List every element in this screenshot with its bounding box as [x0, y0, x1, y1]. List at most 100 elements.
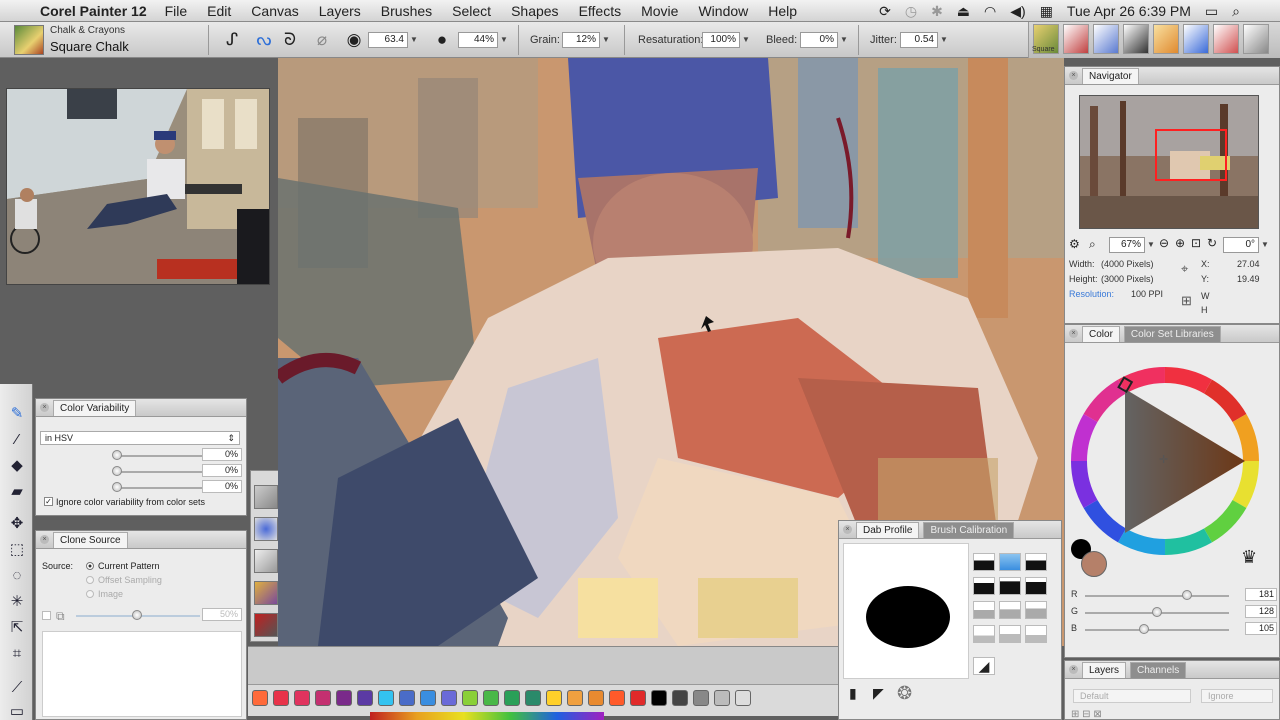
paper-selector-icon[interactable]: [254, 485, 278, 509]
close-icon[interactable]: ×: [843, 525, 852, 534]
color-swatch[interactable]: [420, 690, 436, 706]
dab-profile-flat-icon[interactable]: [973, 625, 995, 643]
slider-knob[interactable]: [132, 610, 142, 620]
brush-variant-label[interactable]: Square Chalk: [50, 39, 129, 54]
main-color-swatch[interactable]: [1081, 551, 1107, 577]
resaturation-input[interactable]: 100%: [702, 32, 740, 48]
display-icon[interactable]: ▭: [1205, 3, 1218, 20]
hue-variability-slider[interactable]: [112, 450, 202, 460]
dab-bristle-icon[interactable]: ▮: [849, 685, 857, 702]
color-swatch[interactable]: [609, 690, 625, 706]
tab-brush-calibration[interactable]: Brush Calibration: [923, 521, 1015, 538]
menu-effects[interactable]: Effects: [579, 3, 622, 19]
close-icon[interactable]: ×: [1069, 665, 1078, 674]
close-icon[interactable]: ×: [40, 535, 49, 544]
green-value[interactable]: 128: [1245, 605, 1277, 618]
layer-adjuster-tool-icon[interactable]: ✥: [5, 512, 29, 536]
zoom-out-icon[interactable]: ⊖: [1159, 236, 1169, 250]
jitter-dropdown-icon[interactable]: ▼: [938, 32, 950, 48]
color-swatch[interactable]: [315, 690, 331, 706]
sync-icon[interactable]: ⟳: [879, 3, 891, 20]
tab-color[interactable]: Color: [1082, 325, 1120, 342]
tab-clone-source[interactable]: Clone Source: [53, 531, 128, 548]
tab-color-set-libraries[interactable]: Color Set Libraries: [1123, 325, 1221, 342]
zoom-to-fit-icon[interactable]: ⊡: [1191, 236, 1201, 250]
color-swatch[interactable]: [273, 690, 289, 706]
tab-color-variability[interactable]: Color Variability: [53, 399, 137, 416]
slider-knob[interactable]: [1152, 607, 1162, 617]
offset-sampling-radio[interactable]: [86, 576, 94, 584]
color-swatch[interactable]: [357, 690, 373, 706]
recent-brush-pencil-icon[interactable]: [1093, 24, 1119, 54]
color-swatch[interactable]: [588, 690, 604, 706]
stroke-freehand-icon[interactable]: ᔑ: [220, 28, 244, 52]
spotlight-icon[interactable]: ⌕: [1232, 3, 1240, 20]
dab-profile-wide-icon[interactable]: [999, 625, 1021, 643]
rotation-dropdown-icon[interactable]: ▼: [1259, 237, 1271, 253]
tab-layers[interactable]: Layers: [1082, 661, 1127, 678]
color-swatch[interactable]: [546, 690, 562, 706]
rectangle-shape-tool-icon[interactable]: ▭: [5, 700, 29, 720]
bleed-dropdown-icon[interactable]: ▼: [838, 32, 850, 48]
clone-source-list[interactable]: [42, 631, 242, 717]
dab-profile-soft-icon[interactable]: [973, 601, 995, 619]
reference-image-window[interactable]: [6, 88, 270, 285]
slider-knob[interactable]: [1139, 624, 1150, 634]
recent-brush-marker-icon[interactable]: [1213, 24, 1239, 54]
close-icon[interactable]: ×: [40, 403, 49, 412]
size-dropdown-icon[interactable]: ▼: [408, 32, 420, 48]
color-swatch[interactable]: [735, 690, 751, 706]
color-swatch[interactable]: [252, 690, 268, 706]
stroke-straight-icon[interactable]: ᘐ: [278, 28, 302, 52]
recent-brush-oil-icon[interactable]: [1153, 24, 1179, 54]
dab-profile-triangle-icon[interactable]: ◢: [973, 657, 995, 675]
dab-profile-linear-icon[interactable]: [1025, 553, 1047, 571]
color-swatch[interactable]: [294, 690, 310, 706]
eraser-tool-icon[interactable]: ▰: [5, 480, 29, 504]
dropper-icon[interactable]: ♛: [1241, 547, 1257, 568]
navigator-thumbnail[interactable]: [1079, 95, 1259, 229]
grain-dropdown-icon[interactable]: ▼: [600, 32, 612, 48]
dab-profile-hard-icon[interactable]: [1025, 601, 1047, 619]
volume-icon[interactable]: ◀): [1010, 3, 1025, 20]
composite-method-select[interactable]: Default: [1073, 689, 1191, 703]
zoom-in-icon[interactable]: ⊕: [1175, 236, 1185, 250]
color-swatch[interactable]: [441, 690, 457, 706]
dab-texture-icon[interactable]: ❂: [897, 683, 912, 704]
close-icon[interactable]: ×: [1069, 329, 1078, 338]
saturation-variability-value[interactable]: 0%: [202, 464, 242, 477]
value-variability-slider[interactable]: [112, 482, 202, 492]
dab-profile-dull-icon[interactable]: [973, 577, 995, 595]
pattern-selector-icon[interactable]: [254, 581, 278, 605]
color-swatch[interactable]: [399, 690, 415, 706]
current-pattern-radio[interactable]: [86, 562, 94, 570]
paint-bucket-tool-icon[interactable]: ◆: [5, 454, 29, 478]
stroke-curve-icon[interactable]: ᔓ: [252, 28, 276, 52]
dab-profile-grainy-icon[interactable]: [999, 601, 1021, 619]
color-wheel[interactable]: ✛: [1071, 367, 1271, 567]
time-machine-icon[interactable]: ◷: [905, 3, 917, 20]
preserve-transparency-select[interactable]: Ignore: [1201, 689, 1273, 703]
color-swatch[interactable]: [462, 690, 478, 706]
menu-select[interactable]: Select: [452, 3, 491, 19]
slider-knob[interactable]: [112, 466, 122, 476]
clock-text[interactable]: Tue Apr 26 6:39 PM: [1067, 3, 1191, 19]
recent-brush-blender-icon[interactable]: [1243, 24, 1269, 54]
app-name-menu[interactable]: Corel Painter 12: [40, 3, 147, 19]
red-slider[interactable]: [1085, 590, 1229, 600]
canvas-scroll-area[interactable]: [248, 646, 838, 684]
red-value[interactable]: 181: [1245, 588, 1277, 601]
dab-profile-1pixel-icon[interactable]: [1025, 577, 1047, 595]
clone-opacity-slider[interactable]: [76, 610, 200, 620]
color-swatch[interactable]: [378, 690, 394, 706]
slider-knob[interactable]: [112, 482, 122, 492]
wifi-icon[interactable]: ◠: [984, 3, 996, 20]
menu-edit[interactable]: Edit: [207, 3, 231, 19]
dropper-tool-icon[interactable]: ⁄: [5, 428, 29, 452]
rotation-input[interactable]: 0°: [1223, 237, 1259, 253]
menu-window[interactable]: Window: [698, 3, 748, 19]
menu-layers[interactable]: Layers: [319, 3, 361, 19]
dab-profile-medium-icon[interactable]: [999, 553, 1021, 571]
tab-channels[interactable]: Channels: [1130, 661, 1187, 678]
slider-knob[interactable]: [1182, 590, 1193, 600]
